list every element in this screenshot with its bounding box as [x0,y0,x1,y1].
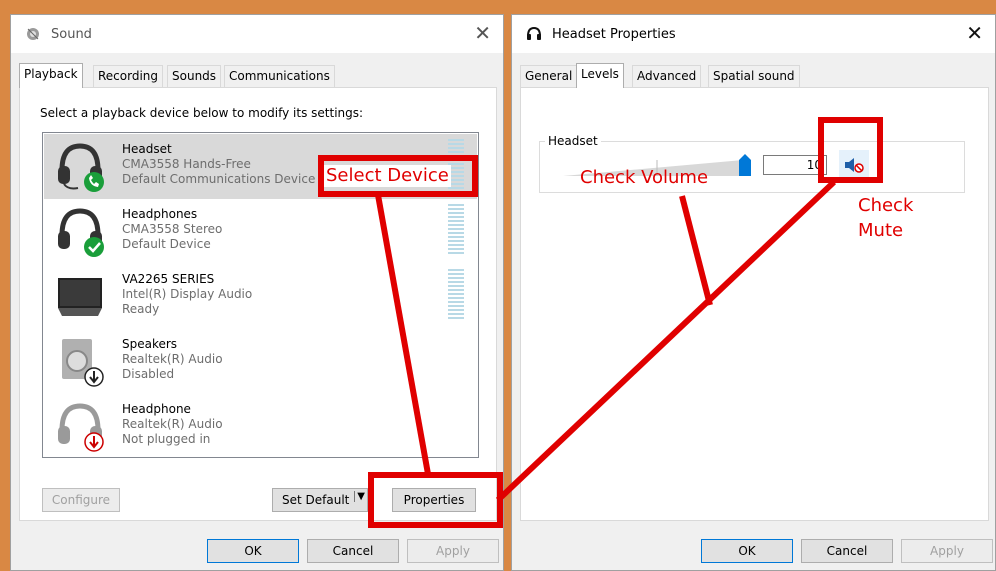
phone-badge [84,172,104,192]
playback-panel: Select a playback device below to modify… [19,87,497,521]
headphone-icon [58,403,104,452]
button-label: Apply [930,544,964,558]
tab-playback[interactable]: Playback [19,63,83,88]
button-label: Configure [51,493,111,507]
check-volume-label: Check Volume [580,167,709,188]
sound-titlebar[interactable]: Sound ✕ [11,15,503,53]
dropdown-arrow-icon[interactable]: ▼ [354,491,365,502]
cancel-button[interactable]: Cancel [307,539,399,563]
tab-levels[interactable]: Levels [576,63,624,88]
monitor-icon [58,278,102,316]
speaker-icon [62,339,104,387]
device-item-headphones[interactable]: Headphones CMA3558 Stereo Default Device [44,199,477,264]
device-driver: Realtek(R) Audio [122,352,223,366]
tab-label: Sounds [172,69,217,83]
level-meter [448,204,464,254]
properties-window-title: Headset Properties [552,27,676,42]
device-text: VA2265 SERIES Intel(R) Display Audio Rea… [122,272,252,317]
device-name: Headphones [122,207,198,221]
device-name: Headset [122,142,172,156]
headphones-icon [58,208,104,257]
device-status: Ready [122,302,160,316]
ok-button[interactable]: OK [701,539,793,563]
check-mute-label-1: Check [858,195,914,216]
device-text: Headset CMA3558 Hands-Free Default Commu… [122,142,315,187]
device-driver: Realtek(R) Audio [122,417,223,431]
tab-sounds[interactable]: Sounds [167,65,222,87]
device-name: Speakers [122,337,178,351]
apply-button[interactable]: Apply [901,539,993,563]
tab-spatial-sound[interactable]: Spatial sound [708,65,800,87]
device-item-speakers[interactable]: Speakers Realtek(R) Audio Disabled [44,329,477,394]
device-status: Not plugged in [122,432,211,446]
tab-recording[interactable]: Recording [93,65,164,87]
device-text: Headphones CMA3558 Stereo Default Device [122,207,222,252]
properties-titlebar[interactable]: Headset Properties ✕ [512,15,995,53]
check-badge [84,237,104,257]
device-status: Disabled [122,367,175,381]
volume-slider-thumb[interactable] [739,154,751,176]
group-label: Headset [545,134,601,148]
check-mute-label-2: Mute [858,220,904,241]
apply-button[interactable]: Apply [407,539,499,563]
headset-title-icon [527,26,541,40]
ok-button[interactable]: OK [207,539,299,563]
device-text: Speakers Realtek(R) Audio Disabled [122,337,223,382]
device-driver: CMA3558 Stereo [122,222,223,236]
levels-panel: Headset 10 [520,87,989,521]
button-label: Set Default [282,493,350,507]
button-label: OK [738,544,756,558]
button-label: OK [244,544,262,558]
configure-button[interactable]: Configure [42,488,120,512]
tab-general[interactable]: General [520,65,578,87]
close-icon[interactable]: ✕ [474,21,491,45]
tab-label: Levels [581,67,619,81]
device-item-monitor[interactable]: VA2265 SERIES Intel(R) Display Audio Rea… [44,264,477,329]
tab-label: Recording [98,69,159,83]
cancel-button[interactable]: Cancel [801,539,893,563]
device-name: Headphone [122,402,191,416]
device-driver: Intel(R) Display Audio [122,287,253,301]
tab-label: General [525,69,573,83]
device-item-headphone[interactable]: Headphone Realtek(R) Audio Not plugged i… [44,394,477,459]
set-default-button[interactable]: Set Default ▼ [272,488,368,512]
tab-label: Playback [24,67,78,81]
device-name: VA2265 SERIES [122,272,215,286]
device-text: Headphone Realtek(R) Audio Not plugged i… [122,402,223,447]
mute-highlight [818,117,883,183]
tab-label: Communications [229,69,330,83]
tab-advanced[interactable]: Advanced [632,65,702,87]
button-label: Cancel [826,544,868,558]
close-icon[interactable]: ✕ [966,21,983,45]
playback-instruction: Select a playback device below to modify… [40,106,364,120]
tab-label: Spatial sound [713,69,795,83]
device-status: Default Device [122,237,211,251]
tab-communications[interactable]: Communications [224,65,335,87]
device-status: Default Communications Device [122,172,316,186]
sound-window-title: Sound [51,27,92,42]
headset-properties-window: Headset Properties ✕ General Levels Adva… [511,14,996,571]
tab-label: Advanced [637,69,697,83]
headset-icon [58,143,104,192]
properties-highlight [368,472,503,528]
device-driver: CMA3558 Hands-Free [122,157,251,171]
sound-app-icon [27,28,39,40]
button-label: Cancel [332,544,374,558]
level-meter [448,269,464,319]
select-device-label: Select Device [324,165,451,187]
button-label: Apply [436,544,470,558]
